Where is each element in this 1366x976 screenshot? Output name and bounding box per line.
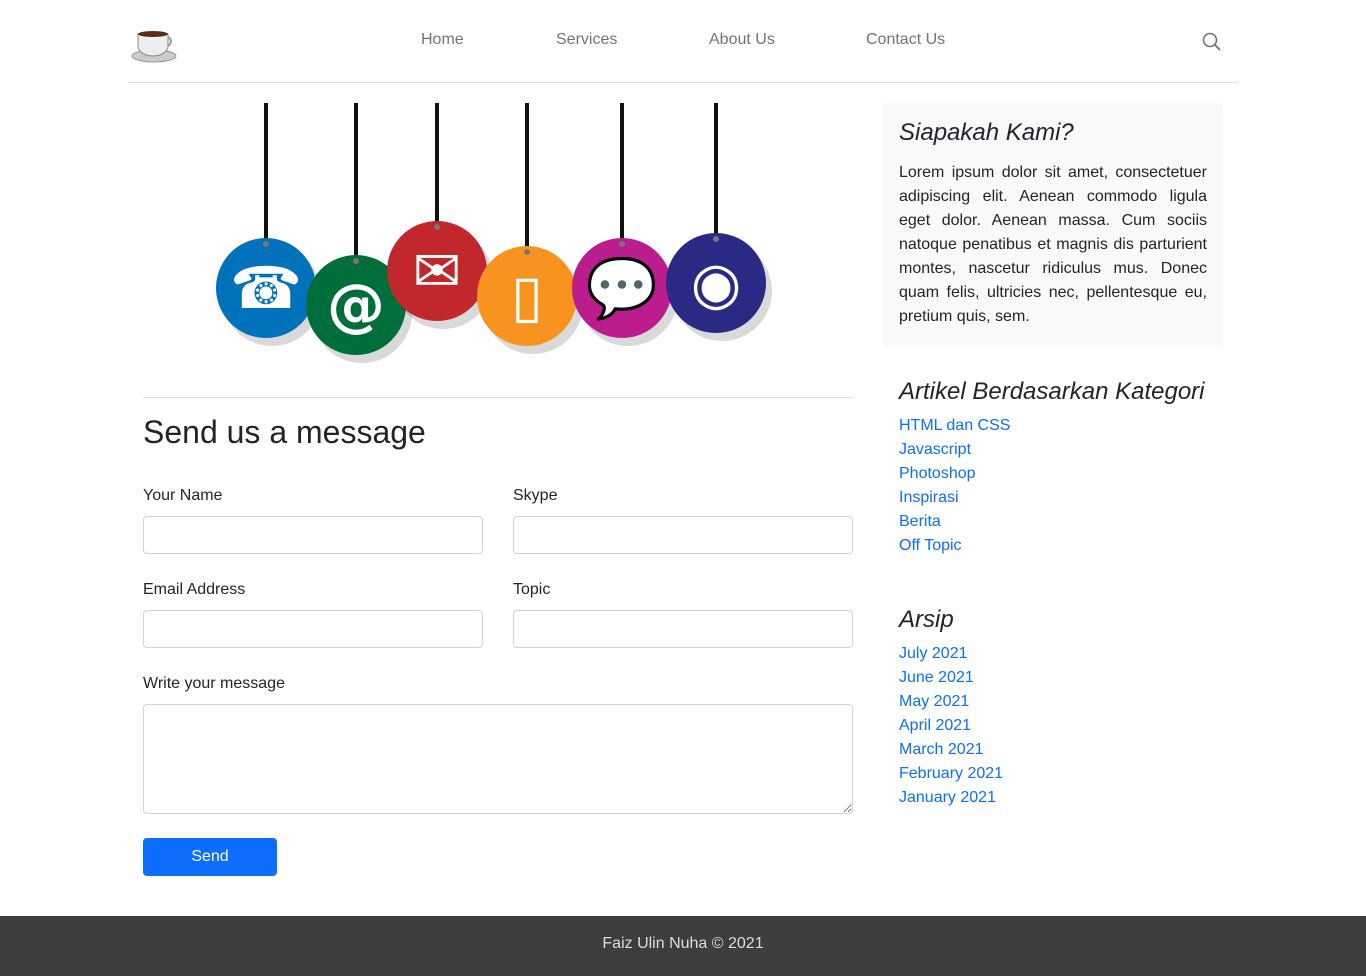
search-icon[interactable] xyxy=(1202,32,1222,52)
skype-input[interactable] xyxy=(513,516,853,554)
footer-text: Faiz Ulin Nuha © 2021 xyxy=(602,935,764,952)
location-tag-icon: ◉ xyxy=(666,103,772,341)
phone-tag-icon: ☎ xyxy=(216,103,322,346)
message-label: Write your message xyxy=(143,675,285,692)
svg-text:◉: ◉ xyxy=(691,249,742,317)
category-link[interactable]: Javascript xyxy=(899,438,1219,462)
topic-label: Topic xyxy=(513,581,551,598)
archive-link[interactable]: February 2021 xyxy=(899,762,1219,786)
contact-icons-banner: ☎ @ ✉ ▯ 💬 ◉ xyxy=(216,103,772,363)
svg-text:💬: 💬 xyxy=(586,254,658,322)
about-title: Siapakah Kami? xyxy=(899,119,1074,146)
archive-link[interactable]: June 2021 xyxy=(899,666,1219,690)
topic-input[interactable] xyxy=(513,610,853,648)
nav-home[interactable]: Home xyxy=(421,31,464,49)
name-label: Your Name xyxy=(143,487,223,504)
svg-text:▯: ▯ xyxy=(511,262,543,330)
skype-label: Skype xyxy=(513,487,558,504)
divider xyxy=(143,397,853,398)
about-box: Siapakah Kami? Lorem ipsum dolor sit ame… xyxy=(883,103,1223,347)
svg-text:✉: ✉ xyxy=(413,237,462,305)
send-button[interactable]: Send xyxy=(143,838,277,876)
nav-contact-us[interactable]: Contact Us xyxy=(866,31,945,49)
archive-link[interactable]: April 2021 xyxy=(899,714,1219,738)
name-input[interactable] xyxy=(143,516,483,554)
form-title: Send us a message xyxy=(143,414,426,450)
category-link[interactable]: Photoshop xyxy=(899,462,1219,486)
message-textarea[interactable] xyxy=(143,704,853,814)
category-list: Artikel Berdasarkan Kategori HTML dan CS… xyxy=(899,378,1219,558)
about-text: Lorem ipsum dolor sit amet, consectetuer… xyxy=(899,164,1207,325)
archive-list: Arsip July 2021 June 2021 May 2021 April… xyxy=(899,606,1219,810)
nav-about-us[interactable]: About Us xyxy=(709,31,775,49)
archive-title: Arsip xyxy=(899,606,954,633)
category-link[interactable]: Off Topic xyxy=(899,534,1219,558)
category-link[interactable]: Inspirasi xyxy=(899,486,1219,510)
svg-text:☎: ☎ xyxy=(230,254,302,322)
email-label: Email Address xyxy=(143,581,246,598)
category-link[interactable]: HTML dan CSS xyxy=(899,414,1219,438)
category-link[interactable]: Berita xyxy=(899,510,1219,534)
email-input[interactable] xyxy=(143,610,483,648)
archive-link[interactable]: July 2021 xyxy=(899,642,1219,666)
category-title: Artikel Berdasarkan Kategori xyxy=(899,378,1205,405)
chat-tag-icon: 💬 xyxy=(572,103,678,346)
archive-link[interactable]: January 2021 xyxy=(899,786,1219,810)
nav-services[interactable]: Services xyxy=(556,31,617,49)
coffee-cup-logo[interactable] xyxy=(130,18,178,66)
archive-link[interactable]: May 2021 xyxy=(899,690,1219,714)
header: Home Services About Us Contact Us xyxy=(128,0,1238,83)
archive-link[interactable]: March 2021 xyxy=(899,738,1219,762)
at-tag-icon: @ xyxy=(306,103,412,363)
svg-text:@: @ xyxy=(327,271,385,339)
mobile-tag-icon: ▯ xyxy=(477,103,583,354)
footer: Faiz Ulin Nuha © 2021 xyxy=(0,916,1366,976)
